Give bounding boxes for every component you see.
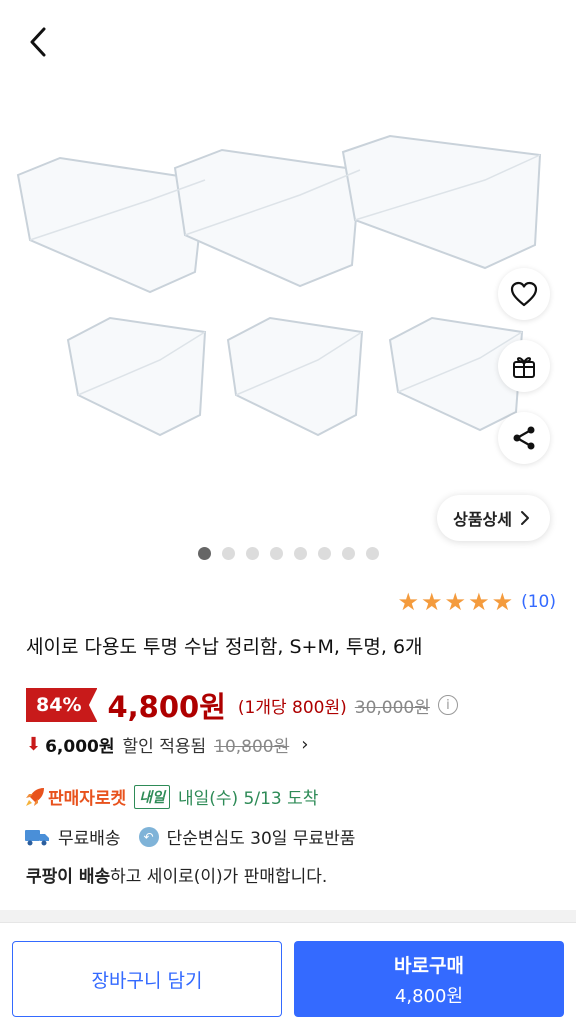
- star-icon: ★: [421, 588, 443, 616]
- add-to-cart-button[interactable]: 장바구니 담기: [12, 941, 282, 1017]
- product-gallery[interactable]: 상품상세: [0, 40, 576, 570]
- buy-now-button[interactable]: 바로구매 4,800원: [294, 941, 564, 1017]
- review-count[interactable]: (10): [521, 592, 556, 612]
- sale-price: 4,800원: [107, 690, 226, 724]
- page-dot[interactable]: [197, 547, 211, 560]
- page-dot[interactable]: [341, 547, 355, 560]
- coupon-discount-row[interactable]: ⬇ 6,000원 할인 적용됨 10,800원 ›: [26, 732, 308, 757]
- page-dot[interactable]: [293, 547, 307, 560]
- down-arrow-icon: ⬇: [26, 734, 42, 755]
- truck-icon: [25, 829, 49, 845]
- page-dot[interactable]: [221, 547, 235, 560]
- star-icon: ★: [491, 588, 514, 616]
- seller-info: 쿠팡이 배송하고 세이로(이)가 판매합니다.: [26, 862, 327, 887]
- chevron-left-icon: [30, 27, 46, 57]
- share-icon: [513, 426, 535, 450]
- seller-text: 하고 세이로(이)가 판매합니다.: [110, 867, 328, 887]
- gift-icon: [513, 357, 535, 378]
- chevron-right-icon: [521, 511, 529, 525]
- page-dot[interactable]: [317, 547, 331, 560]
- arrival-date: 내일(수) 5/13 도착: [177, 789, 319, 809]
- unit-price: (1개당 800원): [237, 697, 347, 718]
- top-bar: [0, 0, 576, 80]
- rating[interactable]: ★ ★ ★ ★ ★ (10): [398, 590, 556, 614]
- buy-now-label: 바로구매: [394, 954, 464, 977]
- share-button[interactable]: [498, 412, 550, 464]
- discount-badge: 84%: [26, 688, 98, 722]
- gift-button[interactable]: [498, 340, 550, 392]
- product-title: 세이로 다용도 투명 수납 정리함, S+M, 투명, 6개: [26, 636, 423, 658]
- rocket-icon: [26, 787, 44, 806]
- wishlist-button[interactable]: [498, 268, 550, 320]
- page-dot[interactable]: [269, 547, 283, 560]
- product-detail-button[interactable]: 상품상세: [437, 495, 550, 541]
- chevron-right-icon: ›: [301, 734, 309, 755]
- price-row: 84% 4,800원 (1개당 800원) 30,000원 i: [26, 684, 458, 726]
- tomorrow-badge: 내일: [134, 784, 170, 809]
- page-dot[interactable]: [365, 547, 379, 560]
- coupon-text: 할인 적용됨: [122, 737, 207, 757]
- back-button[interactable]: [22, 22, 54, 62]
- star-icon: ★: [397, 588, 420, 616]
- heart-icon: [510, 281, 538, 307]
- image-pagination: [0, 547, 576, 560]
- star-icon: ★: [444, 588, 467, 616]
- free-return: 단순변심도 30일 무료반품: [166, 829, 356, 849]
- return-icon: ↶: [138, 826, 159, 847]
- seller-bold: 쿠팡이 배송: [26, 867, 111, 887]
- shipping-row: 무료배송 ↶ 단순변심도 30일 무료반품: [24, 824, 355, 849]
- buy-now-price: 4,800원: [394, 985, 464, 1007]
- info-icon[interactable]: i: [437, 695, 458, 715]
- rocket-label: 판매자로켓: [48, 789, 127, 809]
- section-divider: [0, 910, 576, 922]
- page-dot[interactable]: [245, 547, 259, 560]
- coupon-original-price: 10,800원: [214, 737, 290, 757]
- product-detail-label: 상품상세: [453, 510, 512, 529]
- free-shipping: 무료배송: [58, 829, 121, 849]
- star-icon: ★: [468, 588, 490, 616]
- original-price: 30,000원: [354, 697, 430, 718]
- add-to-cart-label: 장바구니 담기: [91, 969, 203, 992]
- product-image[interactable]: [0, 40, 576, 510]
- purchase-bar: 장바구니 담기 바로구매 4,800원: [0, 922, 576, 1024]
- coupon-amount: 6,000원: [45, 737, 115, 757]
- rocket-delivery-row: 판매자로켓 내일 내일(수) 5/13 도착: [24, 784, 318, 809]
